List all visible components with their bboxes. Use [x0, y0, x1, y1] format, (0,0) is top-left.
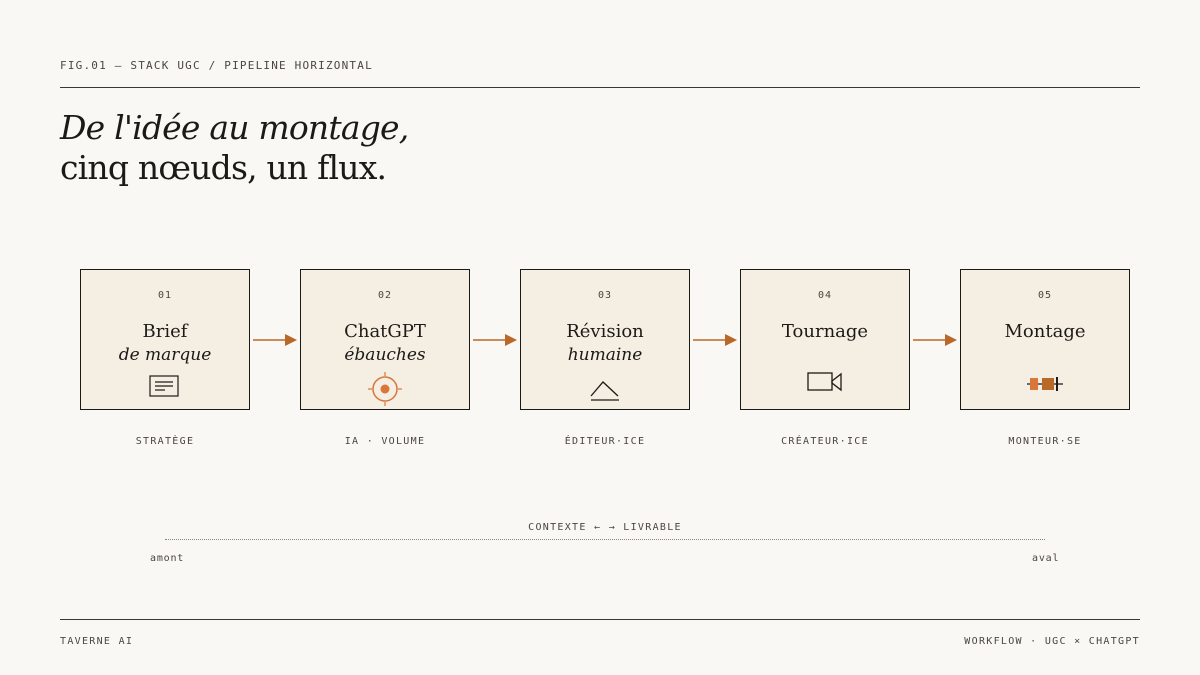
- video-camera-icon: [807, 372, 842, 392]
- arrow-icon: [913, 334, 957, 346]
- context-axis-line: [165, 539, 1045, 540]
- node-number: 02: [377, 290, 393, 301]
- node-number: 04: [817, 290, 833, 301]
- node-subtitle: de marque: [118, 345, 212, 365]
- pipeline-node-montage: 05 Montage: [960, 269, 1130, 410]
- pipeline-node-chatgpt: 02 ChatGPT ébauches: [300, 269, 470, 410]
- timeline-icon: [1027, 377, 1063, 391]
- node-title: Montage: [1004, 321, 1086, 342]
- context-axis-start: amont: [150, 553, 185, 564]
- arrow-icon: [473, 334, 517, 346]
- footer-caption: WORKFLOW · UGC × CHATGPT: [964, 636, 1140, 647]
- node-title: Brief: [142, 321, 188, 342]
- headline-line-2: cinq nœuds, un flux.: [60, 148, 387, 187]
- pipeline-node-brief: 01 Brief de marque: [80, 269, 250, 410]
- node-role: ÉDITEUR·ICE: [564, 436, 646, 447]
- node-title: Tournage: [781, 321, 869, 342]
- figure-label: FIG.01 — STACK UGC / PIPELINE HORIZONTAL: [60, 59, 373, 72]
- node-role: MONTEUR·SE: [1008, 436, 1082, 447]
- node-subtitle: ébauches: [344, 345, 426, 365]
- node-title: Révision: [566, 321, 644, 342]
- document-icon: [149, 375, 179, 397]
- triangle-edit-icon: [590, 381, 619, 401]
- context-axis-end: aval: [1032, 553, 1060, 564]
- headline-line-1: De l'idée au montage,: [60, 108, 409, 147]
- arrow-icon: [693, 334, 737, 346]
- target-icon: [368, 372, 402, 406]
- node-subtitle: humaine: [567, 345, 643, 365]
- node-number: 05: [1037, 290, 1053, 301]
- node-role: IA · VOLUME: [344, 436, 426, 447]
- pipeline-node-tournage: 04 Tournage: [740, 269, 910, 410]
- node-role: CRÉATEUR·ICE: [781, 436, 869, 447]
- node-title: ChatGPT: [344, 321, 426, 342]
- context-axis-label: CONTEXTE ← → LIVRABLE: [528, 522, 682, 533]
- node-number: 03: [597, 290, 613, 301]
- header-rule: [60, 87, 1140, 88]
- node-number: 01: [157, 290, 173, 301]
- node-role: STRATÈGE: [135, 436, 195, 447]
- arrow-icon: [253, 334, 297, 346]
- footer-rule: [60, 619, 1140, 620]
- footer-brand: TAVERNE AI: [60, 636, 134, 647]
- headline: De l'idée au montage, cinq nœuds, un flu…: [60, 108, 409, 188]
- pipeline-node-revision: 03 Révision humaine: [520, 269, 690, 410]
